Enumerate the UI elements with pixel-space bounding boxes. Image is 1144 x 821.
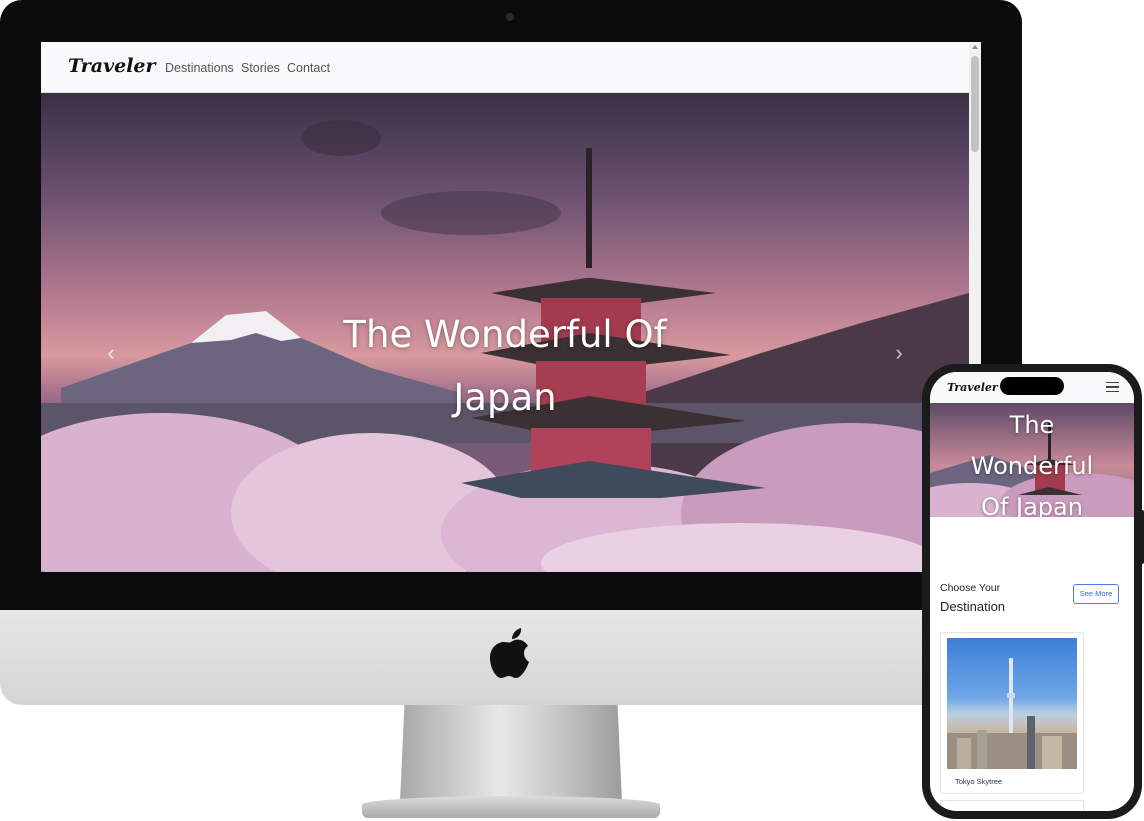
nav-link-stories[interactable]: Stories xyxy=(241,61,280,75)
mobile-hero-title-line2: Wonderful xyxy=(970,452,1094,480)
desktop-navbar: Traveler Destinations Stories Contact xyxy=(41,42,969,93)
mobile-brand-logo[interactable]: Traveler xyxy=(947,381,998,394)
brand-logo[interactable]: Traveler xyxy=(68,55,156,77)
nav-link-contact[interactable]: Contact xyxy=(287,61,330,75)
chevron-right-icon[interactable]: › xyxy=(889,342,909,364)
destination-card-next[interactable] xyxy=(940,800,1084,811)
apple-logo-icon xyxy=(490,628,529,678)
mobile-screen: Traveler The Wonderful Of Japan Choose Y… xyxy=(930,372,1134,811)
mobile-hero: The Wonderful Of Japan xyxy=(930,403,1134,517)
hero-title-line2: Japan xyxy=(453,376,557,419)
section-title: Destination xyxy=(940,599,1006,614)
phone-side-button xyxy=(1140,510,1144,564)
dynamic-island xyxy=(1000,377,1064,395)
camera-icon xyxy=(506,13,514,21)
desktop-browser-screen: Traveler Destinations Stories Contact Th… xyxy=(41,42,981,572)
destination-card-caption: Tokyo Skytree xyxy=(955,777,1003,786)
see-more-button[interactable]: See More xyxy=(1073,584,1119,604)
iphone-frame: Traveler The Wonderful Of Japan Choose Y… xyxy=(922,364,1142,819)
destination-card-image xyxy=(947,638,1077,769)
imac-stand-foot xyxy=(362,796,660,818)
section-kicker: Choose Your xyxy=(940,582,1001,594)
mobile-hero-title-line3: Of Japan xyxy=(981,493,1083,517)
hero-title: The Wonderful Of Japan xyxy=(41,303,969,429)
nav-link-destinations[interactable]: Destinations xyxy=(165,61,234,75)
hero-title-line1: The Wonderful Of xyxy=(343,313,667,356)
mobile-hero-title: The Wonderful Of Japan xyxy=(930,405,1134,517)
scroll-up-arrow-icon[interactable] xyxy=(972,45,978,49)
mobile-hero-title-line1: The xyxy=(1009,411,1055,439)
tokyo-skytree-photo xyxy=(947,658,1077,769)
chevron-left-icon[interactable]: ‹ xyxy=(101,342,121,364)
imac-stand xyxy=(400,705,622,802)
hero-carousel: The Wonderful Of Japan ‹ › xyxy=(41,93,969,572)
destination-card[interactable]: Tokyo Skytree xyxy=(940,632,1084,794)
scrollbar-thumb[interactable] xyxy=(971,56,979,152)
hamburger-menu-icon[interactable] xyxy=(1106,382,1119,392)
imac-chin xyxy=(0,610,1022,705)
